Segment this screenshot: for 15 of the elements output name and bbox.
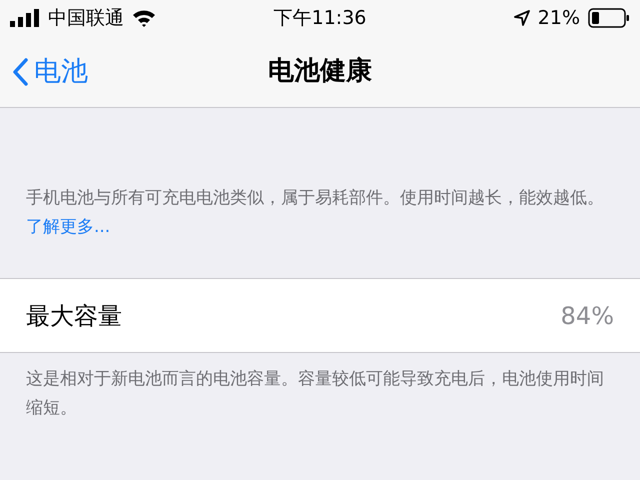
location-arrow-icon <box>514 10 530 26</box>
signal-icon <box>10 9 40 27</box>
wifi-icon <box>132 9 156 27</box>
clock-time: 下午11:36 <box>274 6 366 31</box>
capacity-label: 最大容量 <box>26 300 122 332</box>
capacity-value: 84% <box>560 300 614 332</box>
intro-text: 手机电池与所有可充电电池类似，属于易耗部件。使用时间越长，能效越低。 了解更多... <box>26 187 605 239</box>
battery-percent: 21% <box>538 6 580 31</box>
learn-more-link[interactable]: 了解更多... <box>26 217 110 237</box>
back-button[interactable]: 电池 <box>12 52 88 92</box>
battery-icon <box>588 8 630 28</box>
footer-text: 这是相对于新电池而言的电池容量。容量较低可能导致充电后，电池使用时间缩短。 <box>26 368 605 420</box>
page-title: 电池健康 <box>268 55 372 88</box>
carrier-name: 中国联通 <box>48 6 124 31</box>
chevron-left-icon <box>12 58 28 86</box>
